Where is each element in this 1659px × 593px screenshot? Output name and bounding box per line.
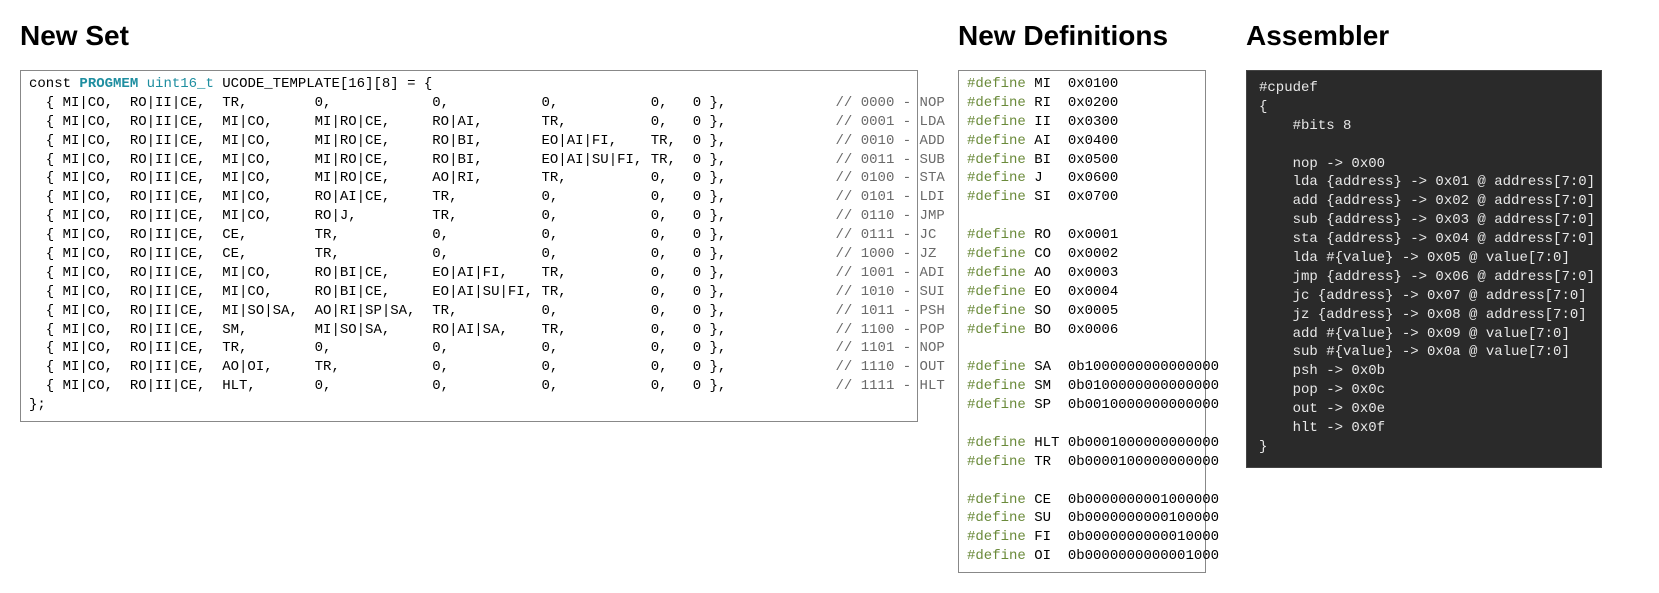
heading-new-definitions: New Definitions (958, 20, 1206, 52)
heading-assembler: Assembler (1246, 20, 1602, 52)
heading-new-set: New Set (20, 20, 918, 52)
layout-columns: New Set const PROGMEM uint16_t UCODE_TEM… (20, 20, 1639, 573)
column-new-set: New Set const PROGMEM uint16_t UCODE_TEM… (20, 20, 918, 422)
code-new-set: const PROGMEM uint16_t UCODE_TEMPLATE[16… (20, 70, 918, 422)
code-assembler: #cpudef{ #bits 8 nop -> 0x00 lda {addres… (1246, 70, 1602, 468)
code-new-definitions: #define MI 0x0100#define RI 0x0200#defin… (958, 70, 1206, 573)
column-new-definitions: New Definitions #define MI 0x0100#define… (958, 20, 1206, 573)
column-assembler: Assembler #cpudef{ #bits 8 nop -> 0x00 l… (1246, 20, 1602, 468)
